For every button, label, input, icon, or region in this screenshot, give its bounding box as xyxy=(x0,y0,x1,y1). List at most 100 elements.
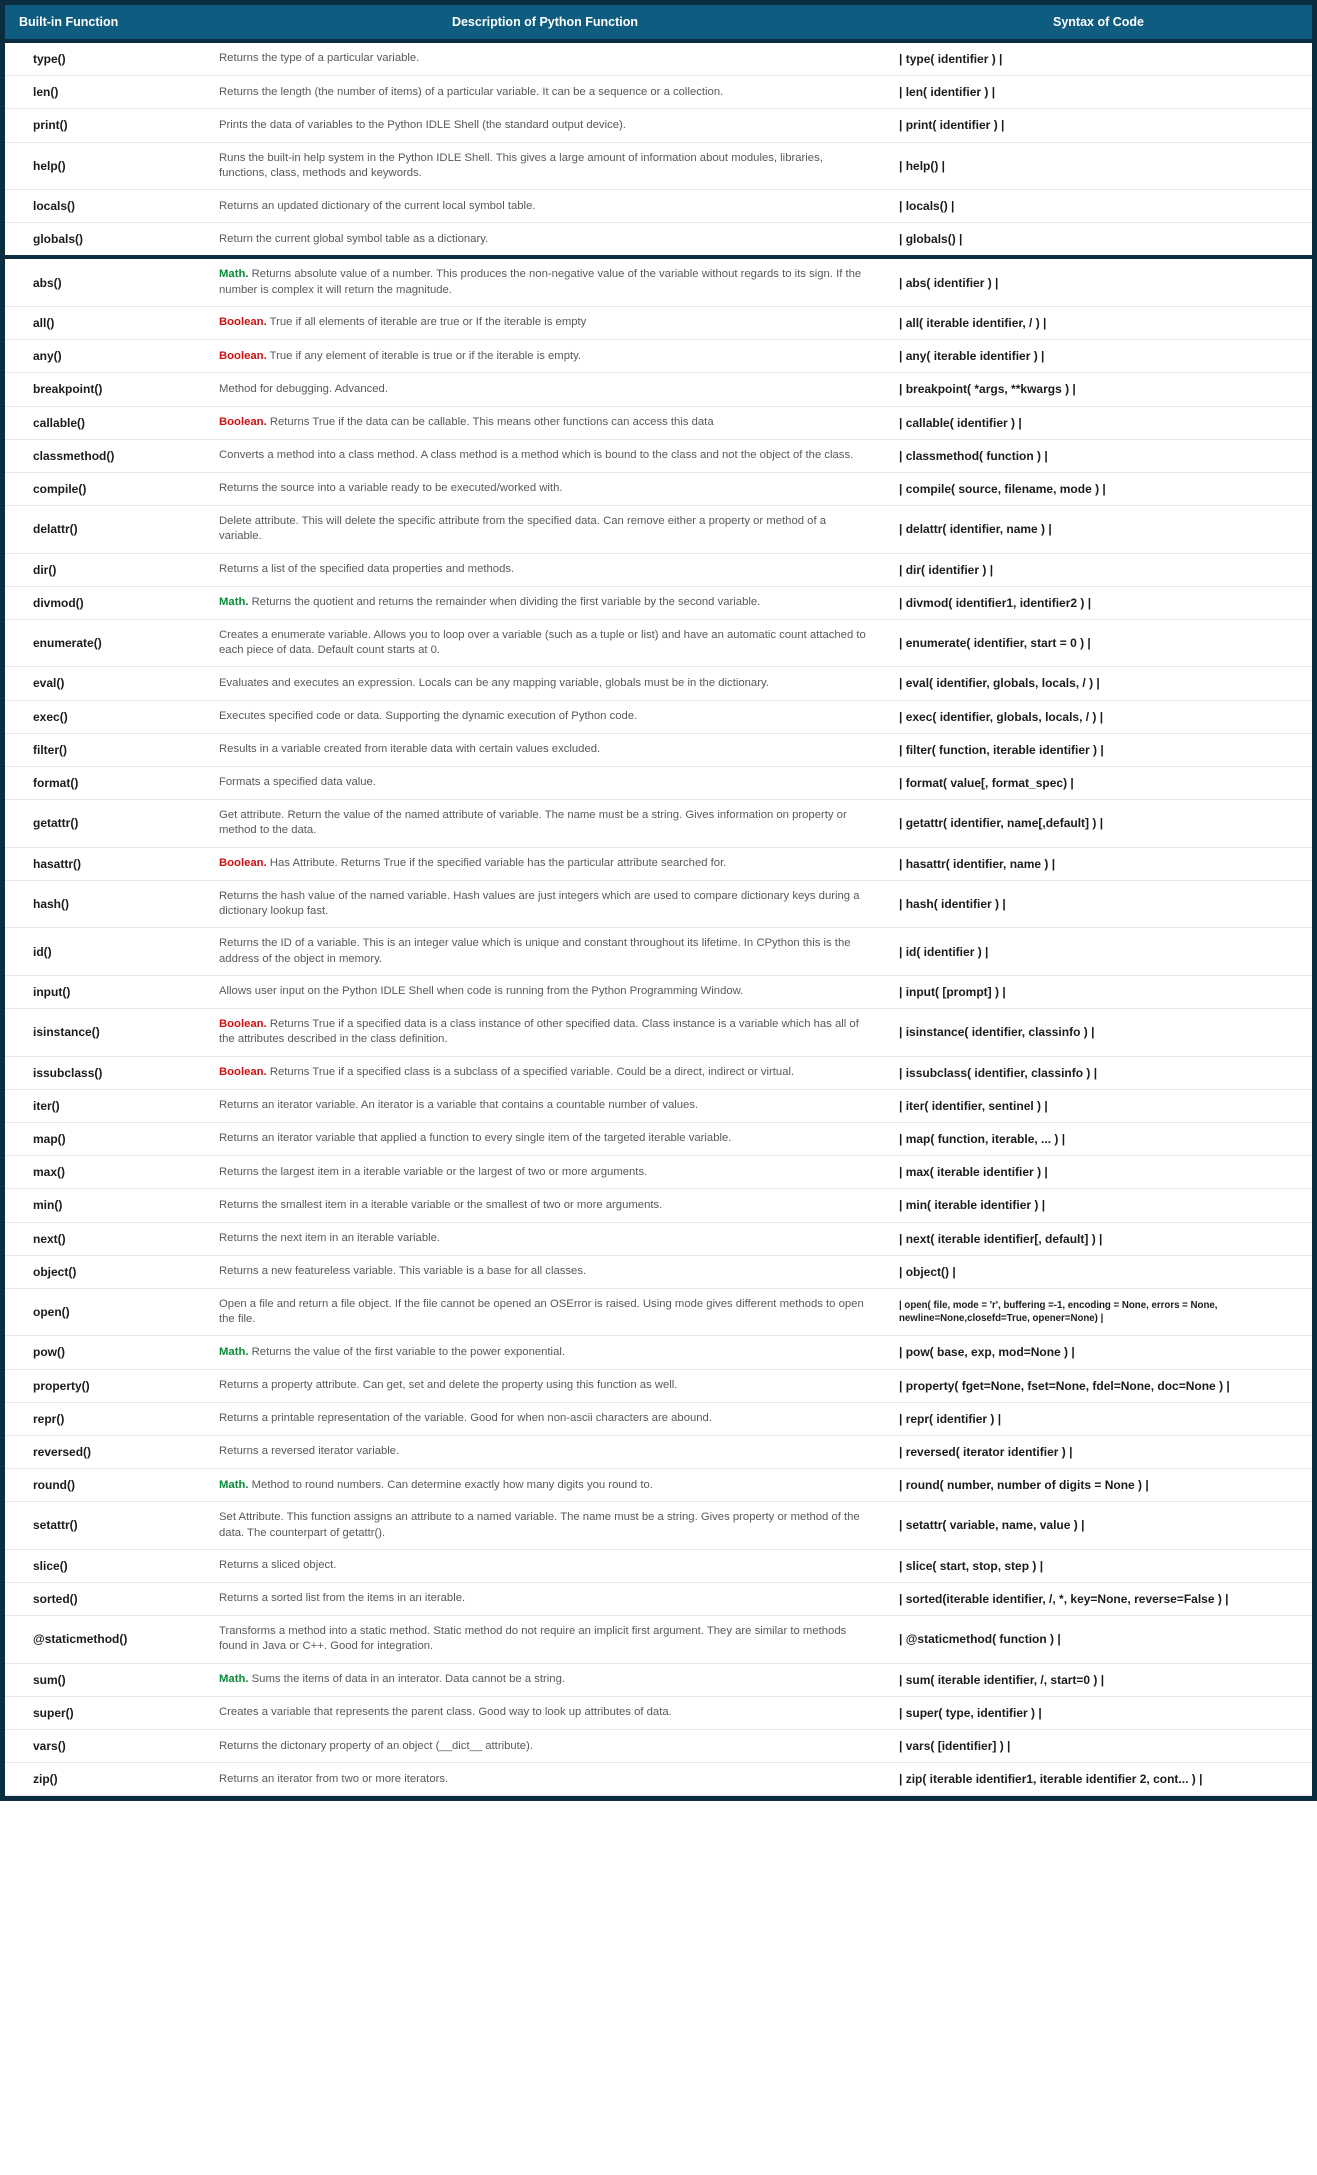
function-name: exec() xyxy=(5,700,205,733)
description-text: Returns the type of a particular variabl… xyxy=(219,52,419,64)
description-text: Returns the largest item in a iterable v… xyxy=(219,1166,647,1178)
function-description: Creates a enumerate variable. Allows you… xyxy=(205,619,885,667)
function-description: Evaluates and executes an expression. Lo… xyxy=(205,667,885,700)
syntax-code: | sorted(iterable identifier, /, *, key=… xyxy=(885,1583,1312,1616)
description-text: Returns the ID of a variable. This is an… xyxy=(219,937,851,964)
description-text: Creates a variable that represents the p… xyxy=(219,1706,672,1718)
description-text: Get attribute. Return the value of the n… xyxy=(219,809,847,836)
function-name: divmod() xyxy=(5,586,205,619)
description-text: Returns a reversed iterator variable. xyxy=(219,1445,399,1457)
function-description: Runs the built-in help system in the Pyt… xyxy=(205,142,885,190)
syntax-code: | repr( identifier ) | xyxy=(885,1402,1312,1435)
function-name: getattr() xyxy=(5,800,205,848)
function-name: object() xyxy=(5,1255,205,1288)
function-name: hash() xyxy=(5,880,205,928)
table-row: compile()Returns the source into a varia… xyxy=(5,472,1312,505)
syntax-code: | classmethod( function ) | xyxy=(885,439,1312,472)
syntax-code: | reversed( iterator identifier ) | xyxy=(885,1435,1312,1468)
function-description: Open a file and return a file object. If… xyxy=(205,1288,885,1336)
table-row: super() Creates a variable that represent… xyxy=(5,1696,1312,1729)
function-name: type() xyxy=(5,41,205,76)
function-description: Boolean. Returns True if the data can be… xyxy=(205,406,885,439)
description-text: Open a file and return a file object. If… xyxy=(219,1298,864,1325)
function-description: Returns the next item in an iterable var… xyxy=(205,1222,885,1255)
math-tag: Math. xyxy=(219,268,249,280)
function-description: Return the current global symbol table a… xyxy=(205,223,885,258)
function-name: abs() xyxy=(5,257,205,306)
boolean-tag: Boolean. xyxy=(219,316,267,328)
description-text: Returns the hash value of the named vari… xyxy=(219,890,860,917)
table-row: getattr() Get attribute. Return the value… xyxy=(5,800,1312,848)
syntax-code: | input( [prompt] ) | xyxy=(885,975,1312,1008)
math-tag: Math. xyxy=(219,1346,249,1358)
function-name: next() xyxy=(5,1222,205,1255)
function-description: Math. Method to round numbers. Can deter… xyxy=(205,1469,885,1502)
syntax-code: | next( iterable identifier[, default] )… xyxy=(885,1222,1312,1255)
table-row: all()Boolean. True if all elements of it… xyxy=(5,306,1312,339)
function-description: Delete attribute. This will delete the s… xyxy=(205,506,885,554)
function-name: min() xyxy=(5,1189,205,1222)
table-row: filter()Results in a variable created fr… xyxy=(5,733,1312,766)
description-text: Returns the next item in an iterable var… xyxy=(219,1232,440,1244)
function-name: any() xyxy=(5,340,205,373)
syntax-code: | enumerate( identifier, start = 0 ) | xyxy=(885,619,1312,667)
description-text: Evaluates and executes an expression. Lo… xyxy=(219,677,769,689)
table-row: zip()Returns an iterator from two or mor… xyxy=(5,1763,1312,1796)
description-text: Returns an iterator variable that applie… xyxy=(219,1132,731,1144)
syntax-code: | help() | xyxy=(885,142,1312,190)
function-name: id() xyxy=(5,928,205,976)
description-text: Returns the length (the number of items)… xyxy=(219,86,723,98)
header-syntax: Syntax of Code xyxy=(885,5,1312,41)
function-name: delattr() xyxy=(5,506,205,554)
description-text: Returns a list of the specified data pro… xyxy=(219,563,514,575)
boolean-tag: Boolean. xyxy=(219,1018,267,1030)
description-text: Sums the items of data in an interator. … xyxy=(252,1673,565,1685)
table-row: isinstance()Boolean. Returns True if a s… xyxy=(5,1009,1312,1057)
syntax-code: | issubclass( identifier, classinfo ) | xyxy=(885,1056,1312,1089)
description-text: Set Attribute. This function assigns an … xyxy=(219,1511,860,1538)
syntax-code: | eval( identifier, globals, locals, / )… xyxy=(885,667,1312,700)
description-text: True if any element of iterable is true … xyxy=(270,350,581,362)
syntax-code: | min( iterable identifier ) | xyxy=(885,1189,1312,1222)
description-text: Returns an updated dictionary of the cur… xyxy=(219,200,536,212)
function-description: Returns a printable representation of th… xyxy=(205,1402,885,1435)
function-name: issubclass() xyxy=(5,1056,205,1089)
syntax-code: | id( identifier ) | xyxy=(885,928,1312,976)
table-row: next() Returns the next item in an iterab… xyxy=(5,1222,1312,1255)
function-description: Formats a specified data value. xyxy=(205,767,885,800)
syntax-code: | isinstance( identifier, classinfo ) | xyxy=(885,1009,1312,1057)
syntax-code: | pow( base, exp, mod=None ) | xyxy=(885,1336,1312,1369)
function-description: Returns the dictonary property of an obj… xyxy=(205,1730,885,1763)
syntax-code: | @staticmethod( function ) | xyxy=(885,1616,1312,1664)
description-text: Has Attribute. Returns True if the speci… xyxy=(270,857,727,869)
table-row: delattr()Delete attribute. This will del… xyxy=(5,506,1312,554)
syntax-code: | filter( function, iterable identifier … xyxy=(885,733,1312,766)
description-text: Converts a method into a class method. A… xyxy=(219,449,853,461)
function-name: sorted() xyxy=(5,1583,205,1616)
table-row: format()Formats a specified data value.|… xyxy=(5,767,1312,800)
table-row: slice()Returns a sliced object.| slice( … xyxy=(5,1549,1312,1582)
description-text: Results in a variable created from itera… xyxy=(219,743,600,755)
description-text: Returns an iterator variable. An iterato… xyxy=(219,1099,698,1111)
function-name: open() xyxy=(5,1288,205,1336)
header-function: Built-in Function xyxy=(5,5,205,41)
syntax-code: | hash( identifier ) | xyxy=(885,880,1312,928)
function-description: Math. Returns the quotient and returns t… xyxy=(205,586,885,619)
function-name: super() xyxy=(5,1696,205,1729)
description-text: Returns True if the data can be callable… xyxy=(270,416,714,428)
syntax-code: | object() | xyxy=(885,1255,1312,1288)
table-row: open() Open a file and return a file obje… xyxy=(5,1288,1312,1336)
description-text: True if all elements of iterable are tru… xyxy=(270,316,587,328)
table-row: max()Returns the largest item in a itera… xyxy=(5,1156,1312,1189)
table-row: enumerate()Creates a enumerate variable.… xyxy=(5,619,1312,667)
function-description: Returns a sliced object. xyxy=(205,1549,885,1582)
function-description: Method for debugging. Advanced. xyxy=(205,373,885,406)
syntax-code: | open( file, mode = 'r', buffering =-1,… xyxy=(885,1288,1312,1336)
function-name: help() xyxy=(5,142,205,190)
function-description: Transforms a method into a static method… xyxy=(205,1616,885,1664)
description-text: Creates a enumerate variable. Allows you… xyxy=(219,629,866,656)
table-container: Built-in Function Description of Python … xyxy=(0,0,1317,1801)
function-description: Returns a new featureless variable. This… xyxy=(205,1255,885,1288)
table-row: abs()Math. Returns absolute value of a n… xyxy=(5,257,1312,306)
function-description: Allows user input on the Python IDLE She… xyxy=(205,975,885,1008)
